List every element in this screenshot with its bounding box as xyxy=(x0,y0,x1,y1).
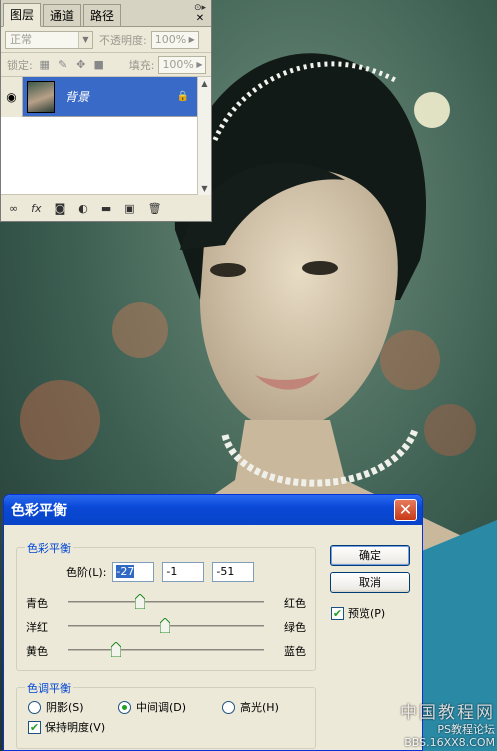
opacity-field[interactable]: 100% ▶ xyxy=(150,30,199,49)
scroll-down-icon[interactable]: ▼ xyxy=(198,182,211,195)
slider-magenta-green: 洋红 绿色 xyxy=(26,616,306,636)
slider-right-label: 绿色 xyxy=(284,621,306,634)
yellow-blue-input[interactable]: -51 xyxy=(212,562,255,582)
radio-shadows[interactable]: 阴影(S) xyxy=(28,699,84,715)
tone-balance-group-label: 色调平衡 xyxy=(25,680,73,696)
fill-value: 100% xyxy=(162,57,194,71)
layer-list: ◉ 背景 🔒 ▲ ▼ xyxy=(1,76,211,195)
slider-track[interactable] xyxy=(68,649,264,651)
fill-field[interactable]: 100% ▶ xyxy=(158,55,207,74)
adjustment-icon[interactable]: ◐ xyxy=(78,202,88,215)
levels-row: 色阶(L): -27 -1 -51 xyxy=(66,562,262,582)
blend-opacity-row: 正常 ▼ 不透明度: 100% ▶ xyxy=(1,27,211,53)
tab-layers[interactable]: 图层 xyxy=(3,3,42,27)
radio-midtones[interactable]: 中间调(D) xyxy=(118,699,186,715)
radio-highlights[interactable]: 高光(H) xyxy=(222,699,279,715)
checkmark-icon: ✔ xyxy=(331,606,344,620)
watermark-line2: PS教程论坛 xyxy=(437,723,495,736)
new-layer-icon[interactable]: ▣ xyxy=(124,202,134,215)
close-icon[interactable]: ✕ xyxy=(394,499,417,521)
panel-tabs: 图层 通道 路径 ⊙▸ ✕ xyxy=(1,0,211,27)
slider-cyan-red: 青色 红色 xyxy=(26,592,306,612)
scroll-up-icon[interactable]: ▲ xyxy=(198,77,211,90)
lock-all-icon[interactable]: ■ xyxy=(93,58,105,71)
preserve-luminosity-checkbox[interactable]: ✔ 保持明度(V) xyxy=(28,719,105,735)
radio-highlights-circle xyxy=(222,700,235,714)
ok-button[interactable]: 确定 xyxy=(330,545,410,566)
lock-transparency-icon[interactable]: ▦ xyxy=(39,58,51,71)
chevron-right-icon: ▶ xyxy=(188,34,195,44)
dialog-titlebar[interactable]: 色彩平衡 xyxy=(4,495,422,525)
slider-thumb[interactable] xyxy=(160,618,171,633)
radio-shadows-circle xyxy=(28,700,41,714)
fill-label: 填充: xyxy=(128,58,155,72)
levels-label: 色阶(L): xyxy=(66,566,107,579)
layer-thumbnail xyxy=(27,80,55,113)
slider-right-label: 蓝色 xyxy=(284,645,306,658)
slider-left-label: 黄色 xyxy=(26,645,48,658)
preserve-luminosity-label: 保持明度(V) xyxy=(45,721,106,734)
preview-label: 预览(P) xyxy=(348,607,386,620)
slider-track[interactable] xyxy=(68,601,264,603)
lock-pixels-icon[interactable]: ✎ xyxy=(57,58,69,71)
panel-close-icon[interactable]: ✕ xyxy=(193,13,207,25)
dialog-title: 色彩平衡 xyxy=(11,503,67,519)
color-balance-group-label: 色彩平衡 xyxy=(25,540,73,556)
chevron-right-icon: ▶ xyxy=(196,59,203,69)
link-icon[interactable]: ∞ xyxy=(9,202,18,215)
lock-position-icon[interactable]: ✥ xyxy=(75,58,87,71)
cancel-button[interactable]: 取消 xyxy=(330,572,410,593)
radio-highlights-label: 高光(H) xyxy=(240,701,279,714)
trash-icon[interactable]: 🗑 xyxy=(148,202,162,215)
blend-mode-select[interactable]: 正常 ▼ xyxy=(5,30,93,49)
magenta-green-value: -1 xyxy=(166,565,178,578)
radio-midtones-label: 中间调(D) xyxy=(136,701,187,714)
cyan-red-input[interactable]: -27 xyxy=(112,562,155,582)
yellow-blue-value: -51 xyxy=(216,565,235,578)
panel-footer: ∞ fx ◙ ◐ ▬ ▣ 🗑 xyxy=(1,195,211,221)
checkmark-icon: ✔ xyxy=(28,720,41,734)
radio-shadows-label: 阴影(S) xyxy=(46,701,84,714)
fx-icon[interactable]: fx xyxy=(31,202,41,215)
slider-yellow-blue: 黄色 蓝色 xyxy=(26,640,306,660)
slider-left-label: 洋红 xyxy=(26,621,48,634)
mask-icon[interactable]: ◙ xyxy=(55,202,66,215)
watermark-line1: 中国教程网 xyxy=(400,703,495,723)
slider-right-label: 红色 xyxy=(284,597,306,610)
magenta-green-input[interactable]: -1 xyxy=(162,562,205,582)
opacity-value: 100% xyxy=(154,32,187,46)
eye-icon[interactable]: ◉ xyxy=(1,76,23,117)
color-balance-dialog: 色彩平衡 ✕ 色彩平衡 色阶(L): -27 -1 -51 青色 红色 洋红 绿… xyxy=(3,494,423,751)
slider-thumb[interactable] xyxy=(134,594,145,609)
tab-channels[interactable]: 通道 xyxy=(43,4,82,26)
layers-panel: 图层 通道 路径 ⊙▸ ✕ 正常 ▼ 不透明度: 100% ▶ 锁定: ▦ ✎ … xyxy=(0,0,212,222)
chevron-down-icon: ▼ xyxy=(78,31,92,48)
slider-thumb[interactable] xyxy=(111,642,122,657)
preview-checkbox[interactable]: ✔ 预览(P) xyxy=(331,605,385,621)
cyan-red-value: -27 xyxy=(116,565,135,578)
blend-mode-value: 正常 xyxy=(10,32,32,46)
lock-icon: 🔒 xyxy=(176,91,189,102)
layer-row[interactable]: ◉ 背景 🔒 xyxy=(1,76,211,117)
watermark-line3: BBS.16XX8.COM xyxy=(404,736,495,749)
lock-label: 锁定: xyxy=(7,58,33,72)
watermark: 中国教程网 PS教程论坛 BBS.16XX8.COM xyxy=(400,703,495,749)
scrollbar[interactable]: ▲ ▼ xyxy=(197,77,211,195)
opacity-label: 不透明度: xyxy=(99,33,147,47)
lock-fill-row: 锁定: ▦ ✎ ✥ ■ 填充: 100% ▶ xyxy=(1,53,211,77)
tab-paths[interactable]: 路径 xyxy=(83,4,122,26)
slider-left-label: 青色 xyxy=(26,597,48,610)
layer-name: 背景 xyxy=(65,90,90,104)
tone-balance-group: 色调平衡 xyxy=(16,680,316,749)
folder-icon[interactable]: ▬ xyxy=(101,202,111,215)
radio-midtones-circle xyxy=(118,700,131,714)
